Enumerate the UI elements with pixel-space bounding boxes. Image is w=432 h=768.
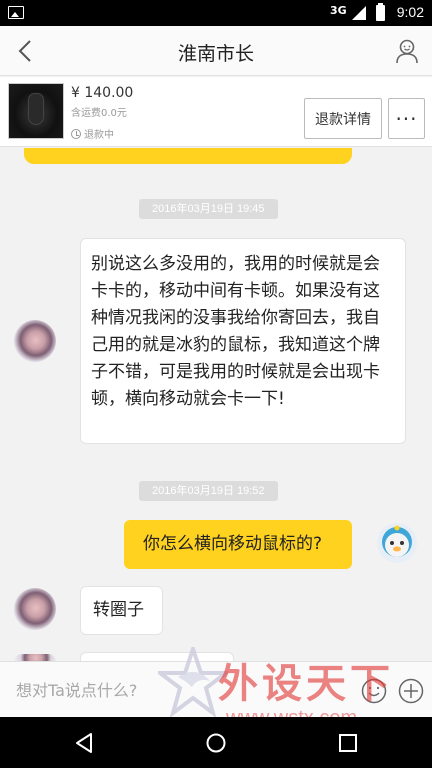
battery-icon — [376, 3, 385, 21]
avatar[interactable] — [14, 320, 56, 362]
order-status-text: 退款中 — [84, 130, 114, 141]
back-triangle-icon[interactable] — [72, 730, 98, 756]
refund-details-button[interactable]: 退款详情 — [304, 98, 382, 139]
product-thumbnail[interactable] — [8, 83, 64, 139]
chat-header: 淮南市长 — [0, 26, 432, 76]
order-status: 退款中 — [71, 126, 114, 141]
robot-avatar-icon — [377, 523, 417, 563]
message-bubble-sent[interactable]: 你怎么横向移动鼠标的? — [124, 520, 352, 569]
image-notification-icon — [8, 6, 24, 19]
signal-icon — [352, 6, 366, 20]
page-title: 淮南市长 — [177, 43, 254, 65]
avatar[interactable] — [376, 522, 418, 564]
profile-icon[interactable] — [394, 38, 420, 64]
system-nav-bar — [0, 717, 432, 768]
previous-message-bubble-edge — [24, 148, 352, 164]
clock-icon — [71, 128, 81, 139]
message-input-bar — [0, 661, 432, 717]
message-bubble-received[interactable]: 转圈子 — [80, 586, 163, 635]
emoji-icon[interactable] — [361, 678, 387, 704]
order-price: ¥ 140.00 — [71, 85, 134, 101]
network-type: 3G — [330, 4, 347, 17]
recents-square-icon[interactable] — [335, 730, 361, 756]
avatar[interactable] — [14, 588, 56, 630]
order-summary: ¥ 140.00 含运费0.0元 退款中 退款详情 ··· — [0, 77, 432, 147]
message-input[interactable] — [16, 676, 346, 704]
message-timestamp: 2016年03月19日 19:52 — [139, 481, 278, 501]
more-options-button[interactable]: ··· — [388, 98, 425, 139]
status-time: 9:02 — [396, 4, 424, 20]
order-shipping: 含运费0.0元 — [71, 108, 127, 119]
home-circle-icon[interactable] — [203, 730, 229, 756]
message-timestamp: 2016年03月19日 19:45 — [139, 199, 278, 219]
status-bar: 3G 9:02 — [0, 0, 432, 26]
message-bubble-received[interactable]: 别说这么多没用的，我用的时候就是会卡卡的，移动中间有卡顿。如果没有这种情况我闲的… — [80, 238, 406, 444]
plus-icon[interactable] — [398, 678, 424, 704]
